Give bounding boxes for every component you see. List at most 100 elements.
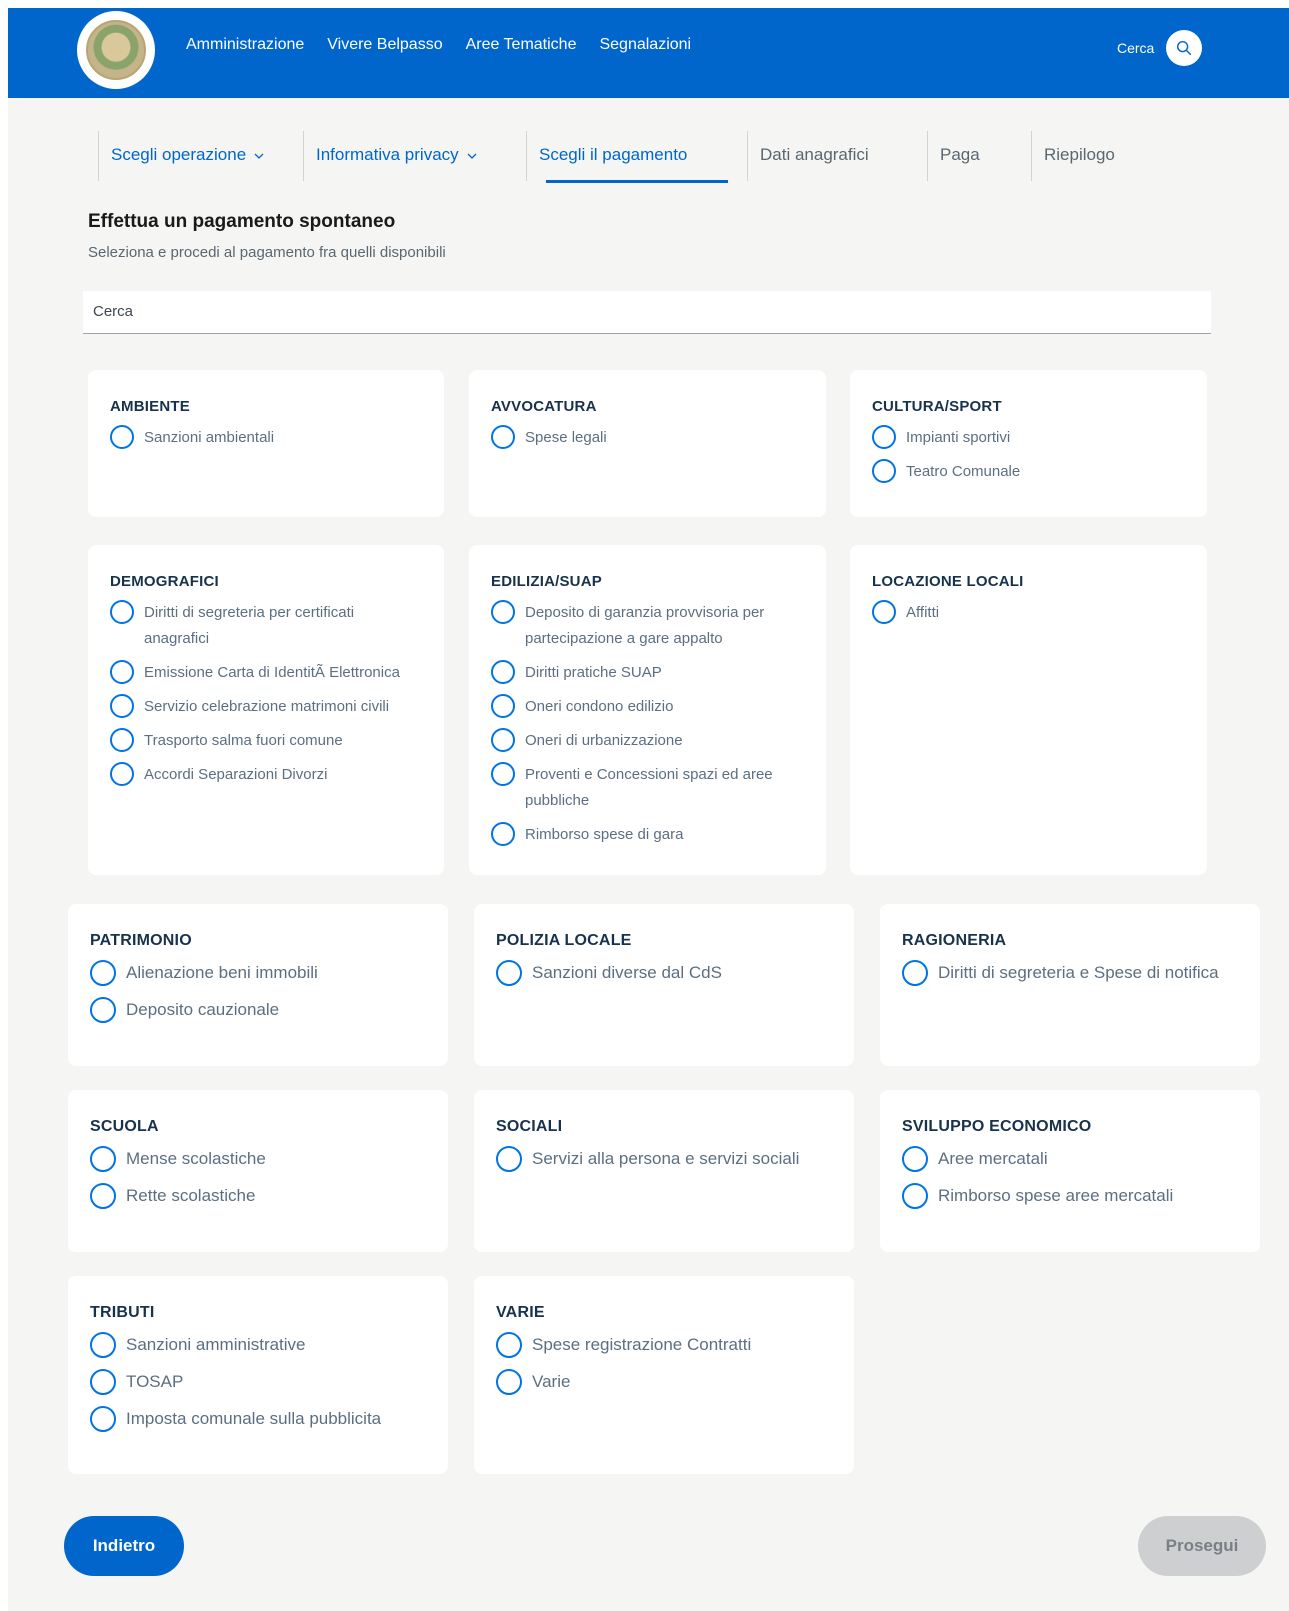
option-label: Teatro Comunale — [906, 463, 1021, 480]
payment-option[interactable]: Varie — [496, 1369, 832, 1395]
radio-button[interactable] — [110, 425, 134, 449]
radio-button[interactable] — [110, 728, 134, 752]
payment-option[interactable]: Proventi e Concessioni spazi ed aree pub… — [491, 762, 804, 814]
option-label: Oneri condono edilizio — [525, 698, 674, 715]
payment-option[interactable]: Sanzioni ambientali — [110, 425, 422, 451]
nav-item-amministrazione[interactable]: Amministrazione — [186, 36, 304, 54]
header-search-label[interactable]: Cerca — [1117, 40, 1154, 56]
payment-option[interactable]: Teatro Comunale — [872, 459, 1185, 485]
radio-button[interactable] — [872, 459, 896, 483]
radio-button[interactable] — [90, 1183, 116, 1209]
header-search-button[interactable] — [1166, 30, 1202, 66]
payment-search-input[interactable]: Cerca — [83, 291, 1211, 334]
radio-button[interactable] — [902, 1183, 928, 1209]
nav-item-aree-tematiche[interactable]: Aree Tematiche — [466, 36, 577, 54]
radio-button[interactable] — [491, 600, 515, 624]
option-label: Diritti pratiche SUAP — [525, 664, 662, 681]
payment-option[interactable]: Emissione Carta di IdentitÃ Elettronica — [110, 660, 422, 686]
option-label: Varie — [532, 1372, 571, 1391]
payment-option[interactable]: TOSAP — [90, 1369, 426, 1395]
page: Amministrazione Vivere Belpasso Aree Tem… — [8, 8, 1289, 1611]
radio-button[interactable] — [110, 660, 134, 684]
payment-option[interactable]: Aree mercatali — [902, 1146, 1238, 1172]
radio-button[interactable] — [491, 660, 515, 684]
payment-option[interactable]: Sanzioni diverse dal CdS — [496, 960, 832, 986]
category-title: RAGIONERIA — [902, 932, 1007, 949]
radio-button[interactable] — [902, 960, 928, 986]
step-label: Scegli operazione — [111, 145, 247, 164]
payment-option[interactable]: Diritti di segreteria e Spese di notific… — [902, 960, 1238, 986]
payment-option[interactable]: Spese registrazione Contratti — [496, 1332, 832, 1358]
payment-option[interactable]: Sanzioni amministrative — [90, 1332, 426, 1358]
payment-option[interactable]: Spese legali — [491, 425, 804, 451]
payment-option[interactable]: Servizi alla persona e servizi sociali — [496, 1146, 832, 1172]
payment-option[interactable]: Diritti di segreteria per certificati an… — [110, 600, 422, 652]
category-card-sviluppo-economico: SVILUPPO ECONOMICO Aree mercatali Rimbor… — [880, 1090, 1260, 1252]
option-label: Mense scolastiche — [126, 1149, 266, 1168]
nav-item-segnalazioni[interactable]: Segnalazioni — [599, 36, 691, 54]
radio-button[interactable] — [90, 1332, 116, 1358]
radio-button[interactable] — [491, 822, 515, 846]
radio-button[interactable] — [90, 997, 116, 1023]
payment-option[interactable]: Oneri condono edilizio — [491, 694, 804, 720]
radio-button[interactable] — [491, 425, 515, 449]
radio-button[interactable] — [110, 762, 134, 786]
category-title: DEMOGRAFICI — [110, 573, 219, 590]
category-card-scuola: SCUOLA Mense scolastiche Rette scolastic… — [68, 1090, 448, 1252]
payment-option[interactable]: Deposito cauzionale — [90, 997, 426, 1023]
payment-option[interactable]: Servizio celebrazione matrimoni civili — [110, 694, 422, 720]
option-label: Emissione Carta di IdentitÃ Elettronica — [144, 664, 400, 681]
payment-option[interactable]: Mense scolastiche — [90, 1146, 426, 1172]
category-title: EDILIZIA/SUAP — [491, 573, 602, 590]
payment-option[interactable]: Diritti pratiche SUAP — [491, 660, 804, 686]
radio-button[interactable] — [491, 728, 515, 752]
radio-button[interactable] — [496, 1146, 522, 1172]
municipality-logo[interactable] — [77, 11, 155, 89]
radio-button[interactable] — [90, 1146, 116, 1172]
radio-button[interactable] — [496, 1369, 522, 1395]
step-label: Paga — [940, 145, 980, 164]
payment-option[interactable]: Imposta comunale sulla pubblicita — [90, 1406, 426, 1432]
payment-option[interactable]: Rimborso spese di gara — [491, 822, 804, 848]
step-paga: Paga — [927, 131, 1031, 181]
payment-option[interactable]: Impianti sportivi — [872, 425, 1185, 451]
radio-button[interactable] — [872, 600, 896, 624]
category-card-locazione-locali: LOCAZIONE LOCALI Affitti — [850, 545, 1207, 875]
radio-button[interactable] — [491, 762, 515, 786]
payment-option[interactable]: Alienazione beni immobili — [90, 960, 426, 986]
step-dati-anagrafici: Dati anagrafici — [747, 131, 927, 181]
main-nav: Amministrazione Vivere Belpasso Aree Tem… — [186, 36, 691, 54]
radio-button[interactable] — [90, 1406, 116, 1432]
step-riepilogo: Riepilogo — [1031, 131, 1171, 181]
payment-option[interactable]: Trasporto salma fuori comune — [110, 728, 422, 754]
search-icon — [1176, 40, 1192, 56]
step-scegli-operazione[interactable]: Scegli operazione — [98, 131, 303, 181]
payment-option[interactable]: Rimborso spese aree mercatali — [902, 1183, 1238, 1209]
radio-button[interactable] — [491, 694, 515, 718]
back-button[interactable]: Indietro — [64, 1516, 184, 1576]
radio-button[interactable] — [872, 425, 896, 449]
radio-button[interactable] — [90, 960, 116, 986]
radio-button[interactable] — [902, 1146, 928, 1172]
payment-option[interactable]: Accordi Separazioni Divorzi — [110, 762, 422, 788]
step-scegli-il-pagamento[interactable]: Scegli il pagamento — [526, 131, 747, 183]
payment-option[interactable]: Deposito di garanzia provvisoria per par… — [491, 600, 804, 652]
next-button[interactable]: Prosegui — [1138, 1516, 1266, 1576]
radio-button[interactable] — [90, 1369, 116, 1395]
step-informativa-privacy[interactable]: Informativa privacy — [303, 131, 526, 181]
option-label: Accordi Separazioni Divorzi — [144, 766, 328, 783]
category-title: TRIBUTI — [90, 1304, 155, 1321]
option-label: Alienazione beni immobili — [126, 963, 318, 982]
option-label: Trasporto salma fuori comune — [144, 732, 343, 749]
nav-item-vivere-belpasso[interactable]: Vivere Belpasso — [327, 36, 442, 54]
payment-option[interactable]: Rette scolastiche — [90, 1183, 426, 1209]
radio-button[interactable] — [110, 600, 134, 624]
radio-button[interactable] — [496, 960, 522, 986]
option-label: Rimborso spese di gara — [525, 826, 684, 843]
payment-option[interactable]: Affitti — [872, 600, 1185, 626]
option-label: Aree mercatali — [938, 1149, 1048, 1168]
payment-option[interactable]: Oneri di urbanizzazione — [491, 728, 804, 754]
category-title: PATRIMONIO — [90, 932, 192, 949]
radio-button[interactable] — [496, 1332, 522, 1358]
radio-button[interactable] — [110, 694, 134, 718]
